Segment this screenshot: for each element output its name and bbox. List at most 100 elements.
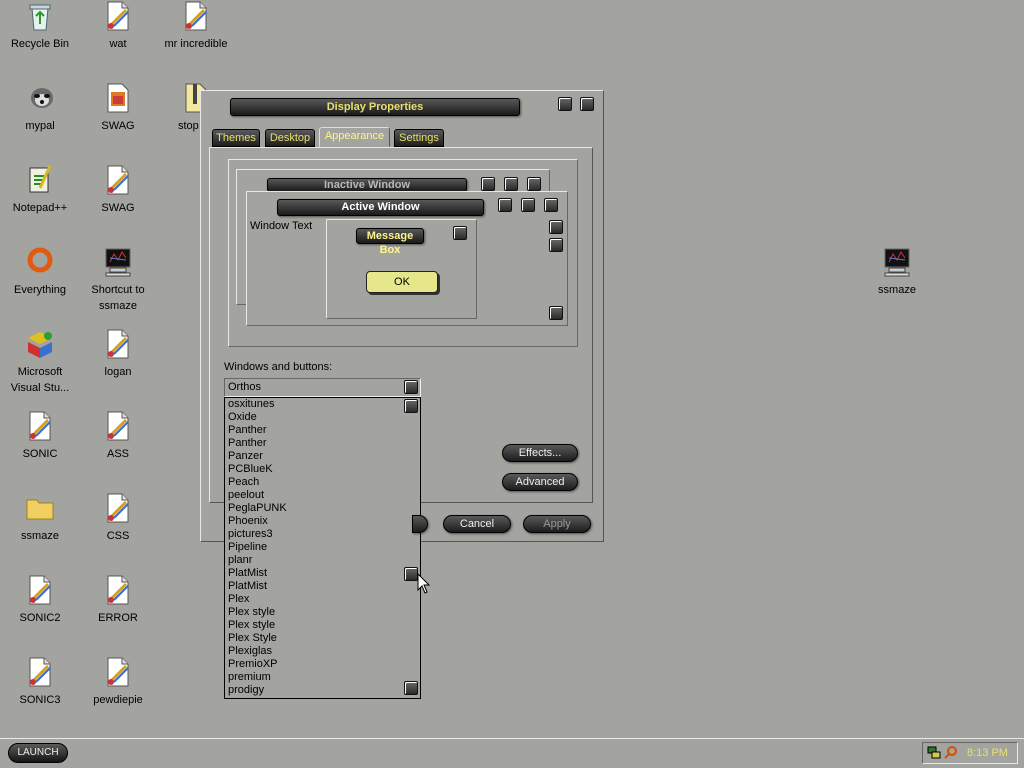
active-window-title: Active Window: [277, 199, 484, 216]
desktop-icon-label: ssmaze: [878, 284, 916, 296]
list-item[interactable]: Plex style: [225, 619, 420, 632]
dialog-title-bar[interactable]: Display Properties: [230, 98, 520, 116]
desktop-icon-label: ASS: [106, 448, 129, 460]
list-item[interactable]: Pipeline: [225, 541, 420, 554]
list-item[interactable]: Plex style: [225, 606, 420, 619]
desktop-icon[interactable]: mr incredible: [156, 0, 236, 52]
list-item[interactable]: PlatMist: [225, 580, 420, 593]
paint-icon: [180, 0, 212, 32]
list-item[interactable]: peelout: [225, 489, 420, 502]
tab-themes[interactable]: Themes: [212, 129, 260, 147]
monitor-icon: [881, 246, 913, 278]
tab-desktop[interactable]: Desktop: [265, 129, 315, 147]
desktop-icon[interactable]: SONIC3: [0, 656, 80, 708]
inactive-max-button: [504, 177, 518, 191]
list-item[interactable]: prodigy: [225, 684, 420, 697]
list-item[interactable]: Oxide: [225, 411, 420, 424]
desktop-icon[interactable]: Recycle Bin: [0, 0, 80, 52]
windows-buttons-label: Windows and buttons:: [224, 361, 333, 373]
apply-button[interactable]: Apply: [523, 515, 591, 533]
message-box-close-button: [453, 226, 467, 240]
desktop-icon[interactable]: mypal: [0, 82, 80, 134]
start-button[interactable]: LAUNCH: [8, 743, 68, 763]
desktop-icon[interactable]: ASS: [78, 410, 158, 462]
list-item[interactable]: Phoenix: [225, 515, 420, 528]
monitor-icon: [102, 246, 134, 278]
desktop-icon-label: CSS: [106, 530, 130, 542]
paint-icon: [102, 328, 134, 360]
list-item[interactable]: PremioXP: [225, 658, 420, 671]
list-item[interactable]: Plexiglas: [225, 645, 420, 658]
list-item[interactable]: planr: [225, 554, 420, 567]
close-button[interactable]: [580, 97, 594, 111]
desktop-icon[interactable]: SWAG: [78, 82, 158, 134]
cancel-button[interactable]: Cancel: [443, 515, 511, 533]
effects-button[interactable]: Effects...: [502, 444, 578, 462]
desktop-icon[interactable]: ssmaze: [857, 246, 937, 298]
ok-button: OK: [366, 271, 438, 293]
vs-icon: [24, 328, 56, 360]
help-button[interactable]: [558, 97, 572, 111]
paint-icon: [102, 410, 134, 442]
tab-settings[interactable]: Settings: [394, 129, 444, 147]
desktop-icon-label: Microsoft: [17, 366, 63, 378]
list-item[interactable]: Peach: [225, 476, 420, 489]
desktop-icon[interactable]: SONIC: [0, 410, 80, 462]
list-scroll-up-button[interactable]: [404, 399, 418, 413]
desktop-icon[interactable]: Microsoft Visual Stu...: [0, 328, 80, 396]
search-icon[interactable]: [944, 745, 958, 759]
swag-icon: [102, 82, 134, 114]
paint-icon: [102, 164, 134, 196]
desktop-icon-label: SONIC3: [19, 694, 61, 706]
list-item[interactable]: Panzer: [225, 450, 420, 463]
paint-icon: [102, 492, 134, 524]
desktop-icon-label: Notepad++: [12, 202, 68, 214]
desktop-icon-label: ssmaze: [21, 530, 59, 542]
list-scroll-thumb[interactable]: [404, 567, 418, 581]
list-item[interactable]: PeglaPUNK: [225, 502, 420, 515]
desktop-icon[interactable]: ssmaze: [0, 492, 80, 544]
desktop-icon[interactable]: logan: [78, 328, 158, 380]
windows-buttons-dropdown[interactable]: Orthos: [224, 378, 421, 397]
list-item[interactable]: osxitunes: [225, 398, 420, 411]
desktop-icon[interactable]: ERROR: [78, 574, 158, 626]
recycle-icon: [24, 0, 56, 32]
mouse-cursor-icon: [417, 573, 431, 594]
inactive-window-title: Inactive Window: [267, 178, 467, 192]
desktop-icon-label: SWAG: [101, 202, 135, 214]
list-item[interactable]: Plex Style: [225, 632, 420, 645]
desktop-icon[interactable]: Notepad++: [0, 164, 80, 216]
desktop-icon-label: mr incredible: [164, 38, 228, 50]
desktop-icon[interactable]: SWAG: [78, 164, 158, 216]
desktop-icon[interactable]: SONIC2: [0, 574, 80, 626]
inactive-close-button: [527, 177, 541, 191]
desktop-icon[interactable]: Shortcut to ssmaze: [78, 246, 158, 314]
dialog-title: Display Properties: [326, 101, 424, 113]
desktop-icon[interactable]: Everything: [0, 246, 80, 298]
list-item[interactable]: Panther: [225, 437, 420, 450]
dropdown-arrow-button[interactable]: [404, 380, 418, 394]
list-item[interactable]: Panther: [225, 424, 420, 437]
desktop-icon-label: Recycle Bin: [10, 38, 70, 50]
desktop-icon-label-line2: ssmaze: [99, 300, 137, 312]
desktop-icon-label: SWAG: [101, 120, 135, 132]
taskbar: [0, 738, 1024, 768]
list-item[interactable]: pictures3: [225, 528, 420, 541]
list-item[interactable]: premium: [225, 671, 420, 684]
scroll-thumb: [549, 238, 563, 252]
desktop-icon[interactable]: pewdiepie: [78, 656, 158, 708]
network-icon[interactable]: [927, 745, 941, 759]
desktop-icon[interactable]: CSS: [78, 492, 158, 544]
list-item[interactable]: Plex: [225, 593, 420, 606]
style-options-list[interactable]: osxitunes Oxide Panther Panther Panzer PCBlue…: [224, 397, 421, 699]
list-scroll-down-button[interactable]: [404, 681, 418, 695]
scroll-down-button: [549, 306, 563, 320]
advanced-button[interactable]: Advanced: [502, 473, 578, 491]
desktop-icon-label: SONIC2: [19, 612, 61, 624]
list-item[interactable]: PCBlueK: [225, 463, 420, 476]
desktop-icon[interactable]: wat: [78, 0, 158, 52]
tab-appearance[interactable]: Appearance: [319, 127, 390, 147]
taskbar-clock: 8:13 PM: [967, 747, 1008, 759]
desktop-icon-label: Shortcut to: [91, 284, 145, 296]
list-item[interactable]: PlatMist: [225, 567, 420, 580]
